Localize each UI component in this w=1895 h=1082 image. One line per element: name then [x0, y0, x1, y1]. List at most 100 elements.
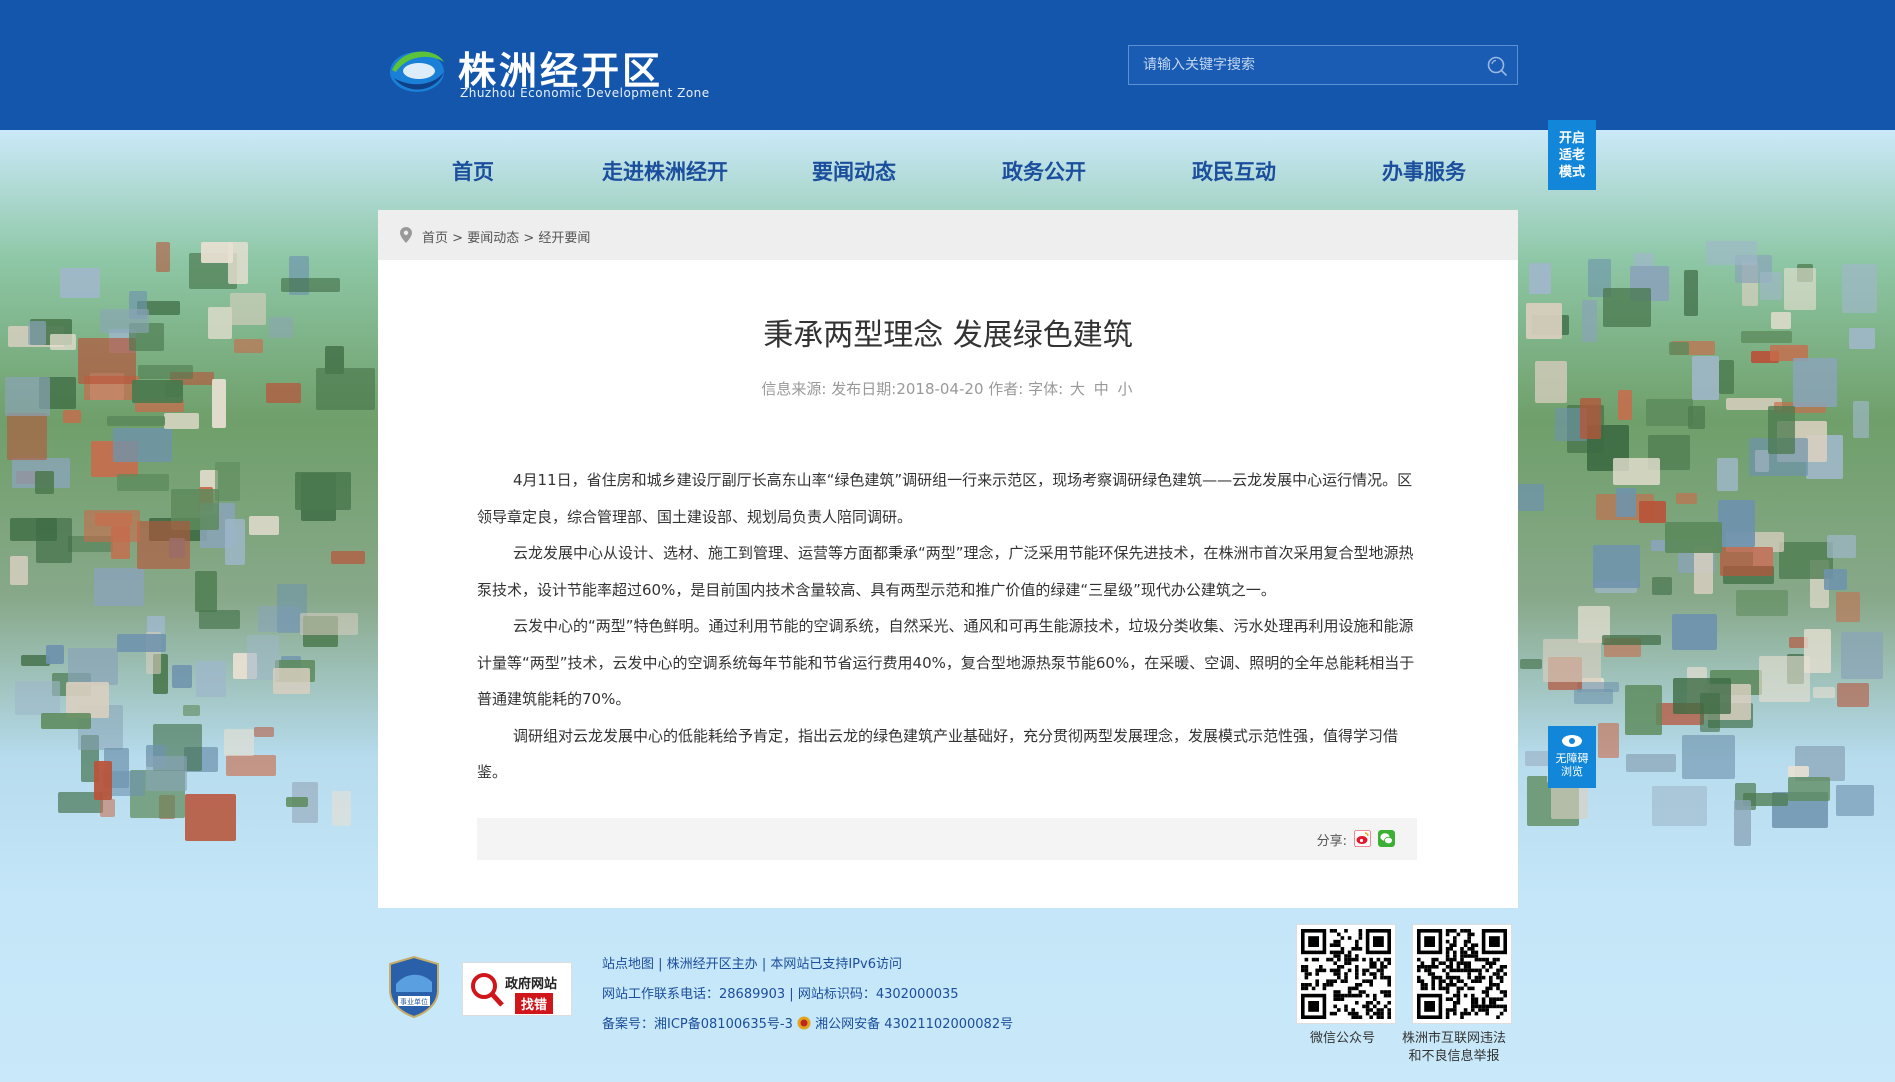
scenery-shape: [164, 412, 200, 430]
scenery-shape: [1735, 589, 1788, 617]
scenery-shape: [16, 470, 51, 485]
scenery-shape: [1543, 639, 1602, 683]
scenery-shape: [1692, 355, 1719, 401]
scenery-shape: [1615, 487, 1637, 518]
scenery-shape: [1797, 263, 1814, 282]
police-record-link[interactable]: 湘公网安备 43021102000082号: [815, 1017, 1013, 1032]
icp-record-link[interactable]: 备案号：湘ICP备08100635号-3: [602, 1017, 793, 1032]
breadcrumb-home[interactable]: 首页: [422, 231, 448, 246]
scenery-shape: [1741, 260, 1759, 307]
scenery-shape: [128, 323, 165, 351]
scenery-shape: [1759, 272, 1783, 301]
wechat-share-icon[interactable]: [1378, 830, 1395, 847]
scenery-shape: [1836, 785, 1874, 817]
sitemap-link[interactable]: 站点地图: [602, 957, 654, 972]
scenery-shape: [164, 380, 183, 397]
scenery-shape: [1633, 252, 1654, 277]
scenery-shape: [1837, 682, 1870, 708]
scenery-shape: [103, 748, 129, 788]
scenery-shape: [84, 510, 141, 542]
scenery-shape: [145, 632, 161, 674]
scenery-shape: [249, 515, 279, 535]
nav-item-news[interactable]: 要闻动态: [812, 156, 896, 186]
scenery-shape: [1529, 263, 1551, 295]
nav-item-services[interactable]: 办事服务: [1382, 156, 1466, 186]
scenery-shape: [253, 726, 274, 737]
scenery-shape: [258, 605, 300, 632]
scenery-shape: [294, 471, 351, 510]
scenery-shape: [275, 660, 316, 682]
scenery-shape: [1723, 566, 1775, 585]
scenery-shape: [225, 519, 245, 566]
scenery-shape: [89, 372, 125, 401]
scenery-shape: [40, 713, 92, 729]
scenery-shape: [1734, 255, 1773, 283]
scenery-shape: [188, 253, 237, 290]
breadcrumb-current[interactable]: 经开要闻: [538, 231, 590, 246]
scenery-shape: [57, 791, 103, 814]
scenery-shape: [1733, 799, 1751, 847]
scenery-shape: [1758, 655, 1810, 703]
scenery-shape: [6, 413, 47, 461]
scenery-shape: [1651, 540, 1701, 552]
public-institution-badge-icon[interactable]: 事业单位: [388, 956, 440, 1018]
scenery-shape: [9, 518, 58, 542]
breadcrumb-section[interactable]: 要闻动态: [467, 231, 519, 246]
accessible-line-1: 无障碍: [1555, 752, 1589, 765]
scenery-shape: [280, 278, 340, 292]
article-title: 秉承两型理念 发展绿色建筑: [763, 318, 1133, 353]
scenery-shape: [200, 470, 218, 516]
site-logo[interactable]: 株洲经开区 Zhuzhou Economic Development Zone: [388, 38, 718, 104]
scenery-shape: [8, 326, 64, 348]
weibo-share-icon[interactable]: [1354, 830, 1371, 847]
nav-item-interaction[interactable]: 政民互动: [1192, 156, 1276, 186]
scenery-shape: [1773, 401, 1826, 414]
footer-contact-row: 网站工作联系电话：28689903 | 网站标识码：4302000035: [602, 987, 959, 1002]
scenery-shape: [1719, 360, 1734, 394]
scenery-shape: [147, 615, 166, 638]
scenery-shape: [1683, 270, 1699, 316]
scenery-shape: [185, 794, 236, 841]
footer-info: 站点地图 | 株洲经开区主办 | 本网站已支持IPv6访问 网站工作联系电话：2…: [602, 950, 1013, 1040]
breadcrumb-separator: >: [523, 231, 535, 246]
scenery-shape: [1720, 547, 1774, 576]
ipv6-link[interactable]: 本网站已支持IPv6访问: [770, 957, 902, 972]
scenery-shape: [1592, 544, 1641, 589]
scenery-shape: [1656, 702, 1704, 725]
scenery-shape: [129, 290, 148, 319]
elder-mode-line-2: 适老: [1558, 148, 1585, 163]
nav-item-home[interactable]: 首页: [452, 156, 494, 186]
font-size-medium-link[interactable]: 中: [1094, 380, 1109, 398]
font-size-large-link[interactable]: 大: [1070, 380, 1085, 398]
scenery-shape: [1710, 669, 1762, 696]
scenery-shape: [1625, 753, 1676, 772]
accessible-browse-button[interactable]: 无障碍 浏览: [1548, 726, 1596, 788]
scenery-shape: [1596, 493, 1654, 520]
scenery-shape: [1574, 689, 1614, 705]
gov-site-error-report[interactable]: 政府网站 找错: [462, 962, 572, 1016]
scenery-shape: [1612, 457, 1661, 485]
scenery-shape: [1813, 686, 1836, 698]
nav-item-gov-affairs[interactable]: 政务公开: [1002, 156, 1086, 186]
scenery-shape: [291, 782, 319, 823]
nav-item-about[interactable]: 走进株洲经开: [602, 156, 728, 186]
wechat-qr-label: 微信公众号: [1310, 1031, 1376, 1046]
logo-english-name: Zhuzhou Economic Development Zone: [460, 86, 710, 100]
search-input[interactable]: [1129, 46, 1469, 84]
article-paragraph: 云龙发展中心从设计、选材、施工到管理、运营等方面都秉承“两型”理念，广泛采用节能…: [477, 544, 1414, 599]
host-link[interactable]: 株洲经开区主办: [667, 957, 758, 972]
scenery-shape: [36, 517, 72, 563]
scenery-shape: [95, 513, 132, 526]
scenery-shape: [99, 309, 149, 334]
elder-mode-button[interactable]: 开启 适老 模式: [1548, 120, 1596, 190]
meta-font-label: 字体:: [1028, 380, 1064, 398]
police-badge-icon: [797, 1016, 811, 1030]
font-size-small-link[interactable]: 小: [1118, 380, 1133, 398]
scenery-shape: [1787, 766, 1810, 778]
scenery-shape: [1748, 437, 1809, 477]
scenery-shape: [169, 371, 214, 385]
scenery-shape: [300, 612, 358, 635]
breadcrumb-trail: 首页 > 要闻动态 > 经开要闻: [422, 227, 590, 246]
scenery-shape: [289, 256, 310, 296]
search-icon[interactable]: [1485, 54, 1509, 78]
